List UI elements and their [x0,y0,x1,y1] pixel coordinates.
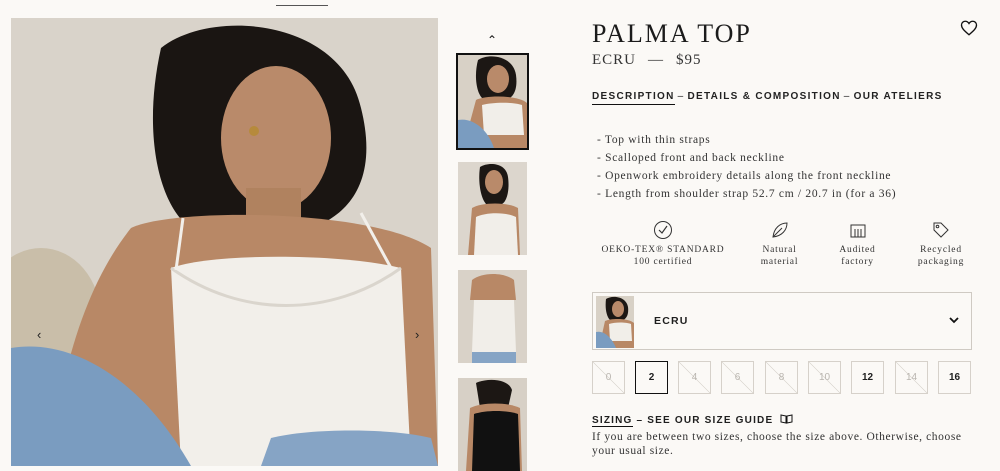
color-swatch-image [596,296,634,348]
size-option-2[interactable]: 2 [635,361,668,394]
size-guide-link[interactable]: SEE OUR SIZE GUIDE [647,415,773,426]
badge-line1: OEKO-TEX® STANDARD [601,245,725,255]
size-option-6[interactable]: 6 [721,361,754,394]
top-indicator-bar [276,5,328,6]
sizing-link[interactable]: SIZING [592,415,633,427]
color-select-dropdown[interactable]: ECRU [592,292,972,350]
sustainability-badges: OEKO-TEX® STANDARD 100 certified Natural… [592,220,982,270]
chevron-down-icon [949,317,959,324]
badge-line2: material [760,257,799,267]
sizing-separator: – [636,415,644,426]
size-option-8[interactable]: 8 [765,361,798,394]
main-product-image: ‹ › [11,18,438,466]
tag-icon [933,222,949,238]
badge-recycled-packaging: Recycled packaging [910,220,972,268]
tab-description[interactable]: DESCRIPTION [592,91,675,105]
gallery-prev-button[interactable]: ‹ [37,327,41,342]
badge-oeko-tex: OEKO-TEX® STANDARD 100 certified [598,220,728,268]
sizing-note: If you are between two sizes, choose the… [592,431,962,457]
sizing-header: SIZING – SEE OUR SIZE GUIDE [592,414,793,427]
product-color-price: ECRU — $95 [592,52,702,69]
color-price-separator: — [648,52,665,68]
size-option-10[interactable]: 10 [808,361,841,394]
feature-item: - Length from shoulder strap 52.7 cm / 2… [597,188,897,200]
feature-item: - Top with thin straps [597,134,711,146]
leaf-icon [771,222,788,238]
badge-line1: Audited [839,245,876,255]
tab-our-ateliers[interactable]: OUR ATELIERS [854,91,943,102]
product-price: $95 [676,52,702,68]
thumbnail-2[interactable] [458,162,527,255]
thumbnails-up-chevron-icon[interactable]: ⌃ [487,33,497,47]
book-icon[interactable] [780,414,793,424]
check-circle-icon [654,221,672,239]
feature-item: - Scalloped front and back neckline [597,152,785,164]
size-option-16[interactable]: 16 [938,361,971,394]
badge-line1: Natural [762,245,797,255]
thumbnail-3[interactable] [458,270,527,363]
size-option-14[interactable]: 14 [895,361,928,394]
wishlist-heart-icon[interactable] [960,19,978,37]
thumbnail-1[interactable] [456,53,529,150]
size-option-12[interactable]: 12 [851,361,884,394]
thumbnail-4[interactable] [458,378,527,471]
feature-list: - Top with thin straps - Scalloped front… [597,131,896,203]
selected-color-label: ECRU [654,315,689,327]
badge-line2: factory [841,257,874,267]
badge-line2: packaging [917,257,965,267]
tab-separator: – [843,91,851,102]
product-title: PALMA TOP [592,19,752,48]
badge-line2: 100 certified [633,257,693,267]
badge-line1: Recycled [920,245,962,255]
factory-icon [850,224,865,238]
product-color: ECRU [592,52,637,68]
feature-item: - Openwork embroidery details along the … [597,170,892,182]
size-option-0[interactable]: 0 [592,361,625,394]
badge-audited-factory: Audited factory [830,220,885,268]
tab-details-composition[interactable]: DETAILS & COMPOSITION [688,91,841,102]
tab-separator: – [677,91,685,102]
badge-natural-material: Natural material [752,220,807,268]
gallery-next-button[interactable]: › [415,327,419,342]
size-option-4[interactable]: 4 [678,361,711,394]
info-tabs: DESCRIPTION – DETAILS & COMPOSITION – OUR AT… [592,91,943,105]
size-selector: 0 2 4 6 8 10 12 14 16 [592,361,982,395]
